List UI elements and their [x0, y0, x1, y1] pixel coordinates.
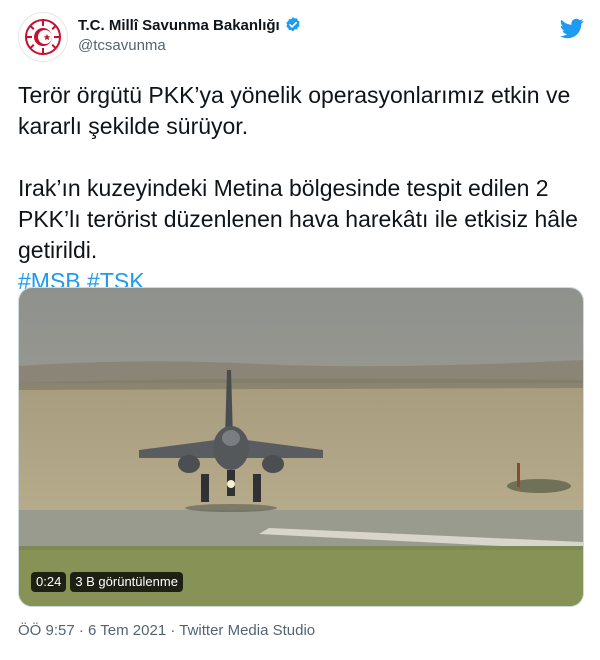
video-duration: 0:24: [31, 572, 67, 592]
ministry-emblem-icon: [25, 19, 61, 55]
meta-separator: ·: [78, 622, 84, 639]
meta-separator-2: ·: [170, 622, 176, 639]
video-thumbnail: [19, 288, 583, 606]
video-view-count: 3 B görüntülenme: [70, 572, 183, 592]
twitter-bird-icon[interactable]: [560, 16, 584, 40]
tweet-paragraph-1: Terör örgütü PKK’ya yönelik operasyonlar…: [18, 82, 571, 139]
tweet-date[interactable]: 6 Tem 2021: [88, 622, 166, 639]
author-block: T.C. Millî Savunma Bakanlığı @tcsavunma: [78, 16, 302, 54]
author-handle[interactable]: @tcsavunma: [78, 37, 302, 54]
tweet-card: T.C. Millî Savunma Bakanlığı @tcsavunma …: [0, 0, 600, 660]
tweet-time[interactable]: ÖÖ 9:57: [18, 622, 75, 639]
author-display-name[interactable]: T.C. Millî Savunma Bakanlığı: [78, 17, 280, 34]
video-player[interactable]: 0:24 3 B görüntülenme: [18, 287, 584, 607]
tweet-paragraph-2: Irak’ın kuzeyindeki Metina bölgesinde te…: [18, 175, 578, 263]
tweet-text: Terör örgütü PKK’ya yönelik operasyonlar…: [18, 80, 578, 297]
tweet-source[interactable]: Twitter Media Studio: [179, 622, 315, 639]
video-badges: 0:24 3 B görüntülenme: [31, 572, 183, 592]
tweet-metadata: ÖÖ 9:57 · 6 Tem 2021 · Twitter Media Stu…: [18, 622, 315, 639]
avatar[interactable]: [18, 12, 68, 62]
verified-badge-icon: [286, 17, 300, 32]
